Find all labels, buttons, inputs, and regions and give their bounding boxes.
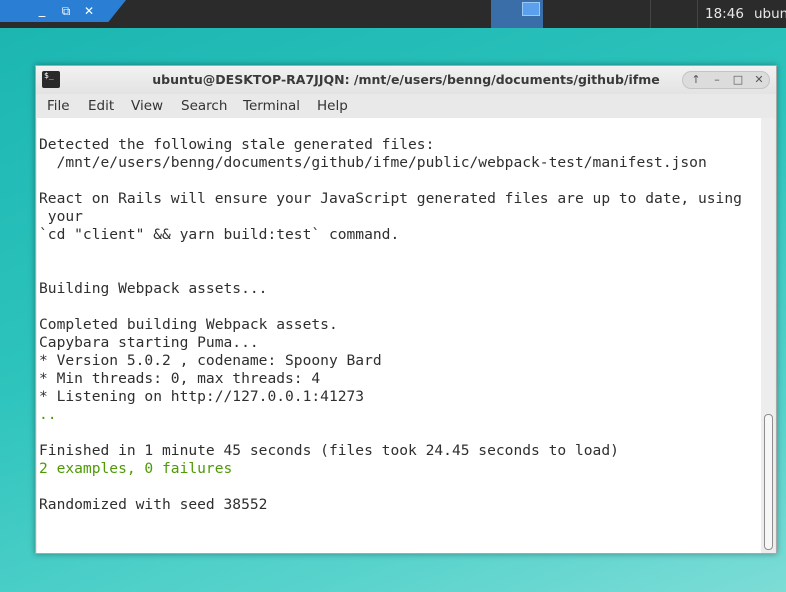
panel-separator (697, 0, 698, 28)
arrow-up-icon[interactable]: ↑ (686, 72, 706, 88)
terminal-line: * Version 5.0.2 , codename: Spoony Bard (39, 352, 382, 369)
terminal-line: Capybara starting Puma... (39, 334, 259, 351)
menu-search[interactable]: Search (181, 98, 227, 114)
user-menu[interactable]: ubuntu (754, 6, 786, 22)
terminal-output[interactable]: Detected the following stale generated f… (37, 118, 761, 553)
terminal-line: Building Webpack assets... (39, 280, 268, 297)
terminal-line: Randomized with seed 38552 (39, 496, 268, 513)
menu-edit[interactable]: Edit (88, 98, 114, 114)
window-title: ubuntu@DESKTOP-RA7JJQN: /mnt/e/users/ben… (152, 72, 660, 87)
terminal-line: React on Rails will ensure your JavaScri… (39, 190, 742, 207)
menu-bar: File Edit View Search Terminal Help (36, 94, 776, 118)
minimize-all-icon[interactable]: _ (32, 1, 52, 21)
terminal-line: 2 examples, 0 failures (39, 460, 233, 477)
minimize-icon[interactable]: – (707, 72, 727, 88)
menu-terminal[interactable]: Terminal (243, 98, 300, 114)
terminal-line: .. (39, 406, 57, 423)
window-controls: ↑ – □ ✕ (682, 71, 770, 89)
close-icon[interactable]: ✕ (749, 72, 769, 88)
title-bar[interactable]: $_ ubuntu@DESKTOP-RA7JJQN: /mnt/e/users/… (36, 66, 776, 94)
close-icon[interactable]: ✕ (79, 1, 99, 21)
taskbar-window-button[interactable] (491, 0, 543, 28)
restore-icon[interactable]: ⧉ (56, 1, 76, 21)
menu-view[interactable]: View (131, 98, 163, 114)
terminal-line: Detected the following stale generated f… (39, 136, 435, 153)
terminal-line: Finished in 1 minute 45 seconds (files t… (39, 442, 619, 459)
terminal-line: `cd "client" && yarn build:test` command… (39, 226, 400, 243)
terminal-window: $_ ubuntu@DESKTOP-RA7JJQN: /mnt/e/users/… (35, 65, 777, 554)
clock[interactable]: 18:46 (705, 6, 744, 22)
maximize-icon[interactable]: □ (728, 72, 748, 88)
menu-help[interactable]: Help (317, 98, 348, 114)
terminal-line: /mnt/e/users/benng/documents/github/ifme… (39, 154, 707, 171)
scrollbar[interactable] (761, 118, 775, 553)
window-buttons-area: _ ⧉ ✕ (0, 0, 126, 22)
terminal-icon: $_ (42, 71, 60, 88)
top-panel: _ ⧉ ✕ 18:46 ubuntu (0, 0, 786, 28)
window-icon (522, 2, 540, 16)
terminal-line: * Min threads: 0, max threads: 4 (39, 370, 321, 387)
terminal-line: your (39, 208, 83, 225)
scrollbar-thumb[interactable] (764, 414, 773, 550)
panel-separator (650, 0, 651, 28)
terminal-line: Completed building Webpack assets. (39, 316, 338, 333)
menu-file[interactable]: File (47, 98, 70, 114)
terminal-line: * Listening on http://127.0.0.1:41273 (39, 388, 365, 405)
